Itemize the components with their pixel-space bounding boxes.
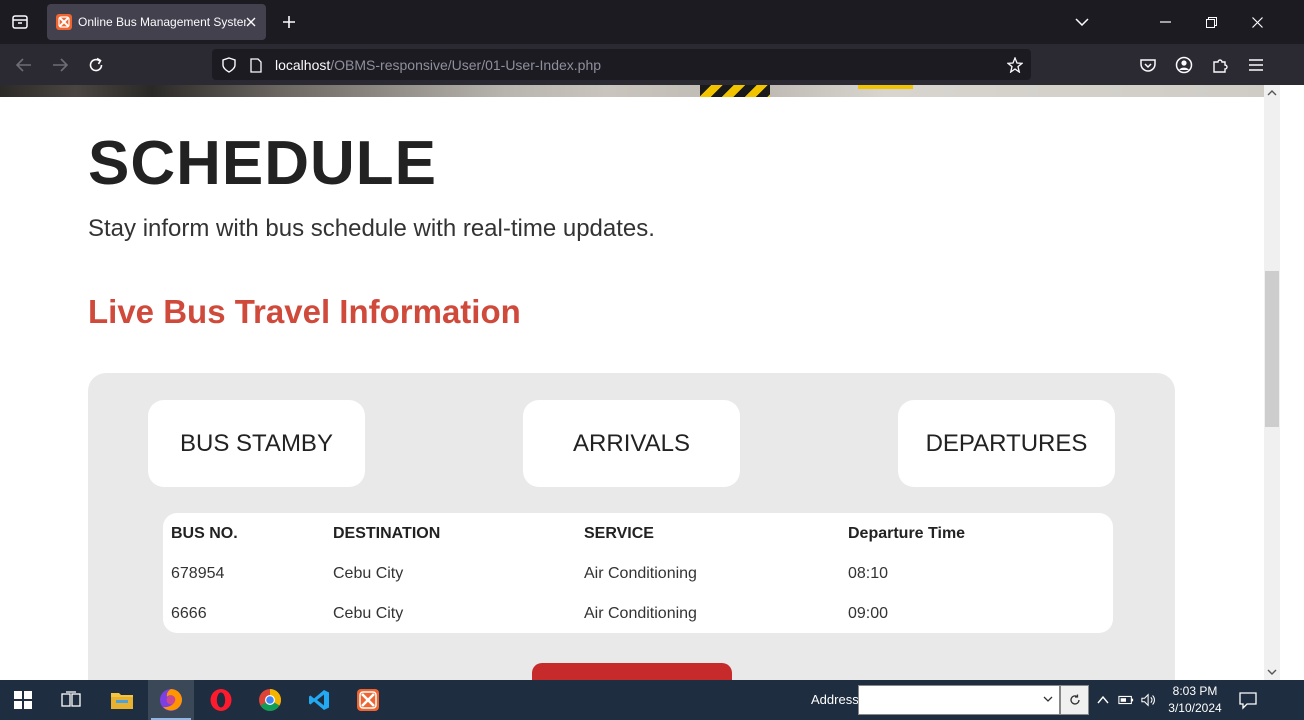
tracking-shield-icon[interactable]: [219, 55, 239, 75]
clock-date: 3/10/2024: [1168, 701, 1222, 715]
table-cell-bus-no: 6666: [171, 605, 207, 622]
hero-image: [0, 85, 1264, 97]
schedule-action-button[interactable]: [532, 663, 732, 680]
tab-title: Online Bus Management System: [78, 15, 246, 29]
windows-taskbar: Address 8:03 PM 3/10/2024: [0, 680, 1304, 720]
account-icon[interactable]: [1172, 53, 1196, 77]
opera-icon[interactable]: [198, 680, 244, 720]
extensions-icon[interactable]: [1208, 53, 1232, 77]
hero-image-yellow-line: [858, 85, 913, 89]
scrollbar-thumb[interactable]: [1265, 271, 1279, 427]
show-hidden-icons-chevron-icon[interactable]: [1095, 692, 1111, 708]
table-header-destination: DESTINATION: [333, 525, 441, 542]
xampp-favicon-icon: [56, 14, 72, 30]
schedule-subtitle: Stay inform with bus schedule with real-…: [88, 215, 655, 242]
taskbar-clock[interactable]: 8:03 PM 3/10/2024: [1162, 683, 1228, 717]
notification-center-icon[interactable]: [1238, 690, 1258, 710]
scroll-up-arrow-icon[interactable]: [1264, 86, 1280, 100]
table-cell-bus-no: 678954: [171, 565, 225, 582]
address-toolbar-input[interactable]: [858, 685, 1060, 715]
url-host: localhost: [275, 57, 331, 73]
url-bar[interactable]: localhost/OBMS-responsive/User/01-User-I…: [212, 49, 1031, 80]
tab-overflow-chevron-icon[interactable]: [1059, 0, 1105, 44]
battery-icon[interactable]: [1118, 692, 1134, 708]
page-scrollbar[interactable]: [1264, 85, 1280, 680]
schedule-title: SCHEDULE: [88, 129, 438, 198]
list-all-tabs-icon[interactable]: [8, 11, 32, 33]
task-view-icon[interactable]: [48, 680, 94, 720]
minimize-icon[interactable]: [1142, 0, 1188, 44]
schedule-panel: BUS STAMBY ARRIVALS DEPARTURES BUS NO. D…: [88, 373, 1175, 680]
table-header-departure-time: Departure Time: [848, 525, 966, 542]
xampp-icon[interactable]: [345, 680, 391, 720]
departures-button[interactable]: DEPARTURES: [898, 400, 1115, 487]
vscode-icon[interactable]: [296, 680, 342, 720]
pocket-icon[interactable]: [1136, 53, 1160, 77]
restore-icon[interactable]: [1188, 0, 1234, 44]
close-tab-icon[interactable]: [242, 13, 260, 31]
chrome-icon[interactable]: [247, 680, 293, 720]
page-info-icon[interactable]: [246, 55, 266, 75]
file-explorer-icon[interactable]: [99, 680, 145, 720]
table-cell-service: Air Conditioning: [584, 605, 697, 622]
url-path: /OBMS-responsive/User/01-User-Index.php: [330, 57, 602, 73]
browser-tab-active[interactable]: Online Bus Management System: [47, 4, 266, 40]
address-dropdown-chevron-icon[interactable]: [1041, 692, 1055, 706]
table-cell-service: Air Conditioning: [584, 565, 697, 582]
bookmark-star-icon[interactable]: [1005, 55, 1025, 75]
table-cell-departure-time: 09:00: [848, 605, 889, 622]
address-go-refresh-icon[interactable]: [1060, 685, 1089, 715]
window-edge: [1280, 85, 1304, 680]
browser-titlebar: Online Bus Management System: [0, 0, 1304, 44]
url-text[interactable]: localhost/OBMS-responsive/User/01-User-I…: [275, 57, 601, 73]
firefox-icon[interactable]: [148, 680, 194, 720]
bus-standby-button[interactable]: BUS STAMBY: [148, 400, 365, 487]
close-window-icon[interactable]: [1234, 0, 1280, 44]
address-toolbar-label: Address: [811, 692, 859, 707]
table-cell-destination: Cebu City: [333, 605, 404, 622]
table-header-service: SERVICE: [584, 525, 654, 542]
live-bus-travel-title: Live Bus Travel Information: [88, 293, 521, 330]
arrivals-button[interactable]: ARRIVALS: [523, 400, 740, 487]
back-arrow-icon[interactable]: [12, 53, 36, 77]
new-tab-icon[interactable]: [278, 11, 300, 33]
scroll-down-arrow-icon[interactable]: [1264, 665, 1280, 679]
hero-image-hazard-stripe: [700, 85, 770, 97]
table-cell-departure-time: 08:10: [848, 565, 889, 582]
menu-hamburger-icon[interactable]: [1244, 53, 1268, 77]
schedule-table: BUS NO. DESTINATION SERVICE Departure Ti…: [163, 513, 1113, 633]
reload-icon[interactable]: [84, 53, 108, 77]
windows-start-icon[interactable]: [0, 680, 46, 720]
page-viewport: SCHEDULE Stay inform with bus schedule w…: [0, 85, 1264, 680]
clock-time: 8:03 PM: [1172, 684, 1218, 698]
table-cell-destination: Cebu City: [333, 565, 404, 582]
volume-icon[interactable]: [1141, 692, 1157, 708]
forward-arrow-icon[interactable]: [48, 53, 72, 77]
table-header-bus-no: BUS NO.: [171, 525, 238, 542]
